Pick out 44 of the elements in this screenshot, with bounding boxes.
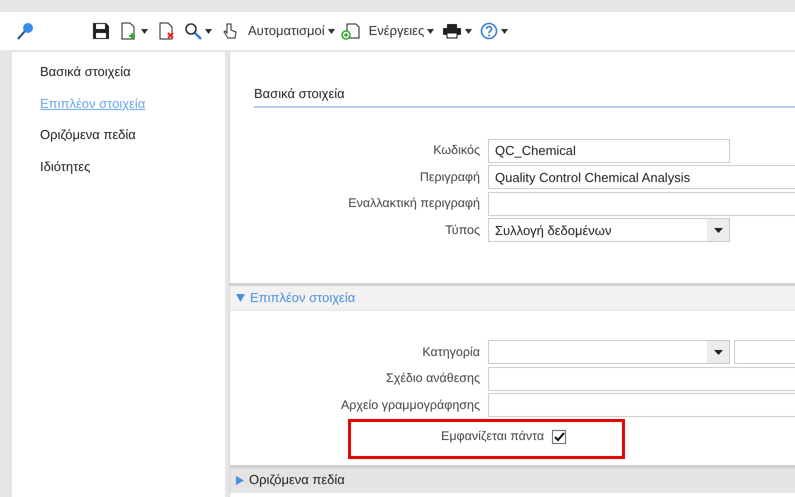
caret-icon [328, 28, 335, 34]
menu-button[interactable]: Ενέργειες [366, 21, 436, 41]
caret-icon [427, 28, 434, 34]
input-field[interactable]: Quality Control Chemical Analysis [488, 165, 795, 190]
input-field[interactable] [488, 366, 795, 391]
dropdown-button[interactable] [182, 22, 214, 40]
section-header[interactable]: Οριζόμενα πεδία [230, 465, 795, 493]
field-label: Περιγραφή [418, 168, 481, 186]
field-label: Εναλλακτική περιγραφή [347, 195, 481, 212]
field-label: Κατηγορία [421, 344, 481, 361]
input-field[interactable] [488, 393, 795, 418]
field-label: Κωδικός [432, 142, 481, 160]
field-label: Εμφανίζεται πάντα [441, 428, 546, 446]
caret-icon [141, 28, 148, 34]
printer-icon[interactable] [442, 23, 462, 39]
caret-icon [205, 28, 212, 34]
input-field[interactable] [734, 340, 795, 364]
input-field[interactable]: QC_Chemical [488, 138, 730, 163]
caret-down-icon [236, 294, 245, 302]
pointer-icon[interactable] [222, 22, 238, 40]
pin-icon[interactable] [16, 22, 34, 40]
sidebar-link[interactable]: Ιδιότητες [40, 156, 90, 176]
sidebar-link[interactable]: Βασικά στοιχεία [40, 62, 131, 82]
caret-icon [501, 28, 508, 34]
field-label: Τύπος [444, 222, 481, 239]
caret-icon [465, 28, 472, 34]
dropdown-field[interactable] [488, 340, 730, 364]
help-icon[interactable] [480, 22, 498, 40]
dropdown-field[interactable]: Συλλογή δεδομένων [488, 218, 730, 242]
input-field[interactable] [488, 192, 795, 216]
sidebar-link[interactable]: Οριζόμενα πεδία [40, 125, 136, 144]
new-document-icon[interactable] [120, 22, 138, 40]
delete-document-icon[interactable] [158, 22, 176, 40]
new-item-icon[interactable] [340, 22, 361, 40]
save-icon[interactable] [92, 22, 110, 40]
field-label: Αρχείο γραμμογράφησης [340, 396, 481, 414]
menu-button[interactable]: Αυτοματισμοί [246, 21, 337, 41]
caret-right-icon [236, 476, 244, 484]
field-label: Σχέδιο ανάθεσης [385, 370, 481, 388]
section-title: Βασικά στοιχεία [254, 84, 795, 108]
search-icon[interactable] [184, 22, 202, 40]
dropdown-button[interactable] [478, 22, 510, 40]
checkbox[interactable] [552, 430, 566, 444]
dropdown-button[interactable] [440, 23, 474, 39]
